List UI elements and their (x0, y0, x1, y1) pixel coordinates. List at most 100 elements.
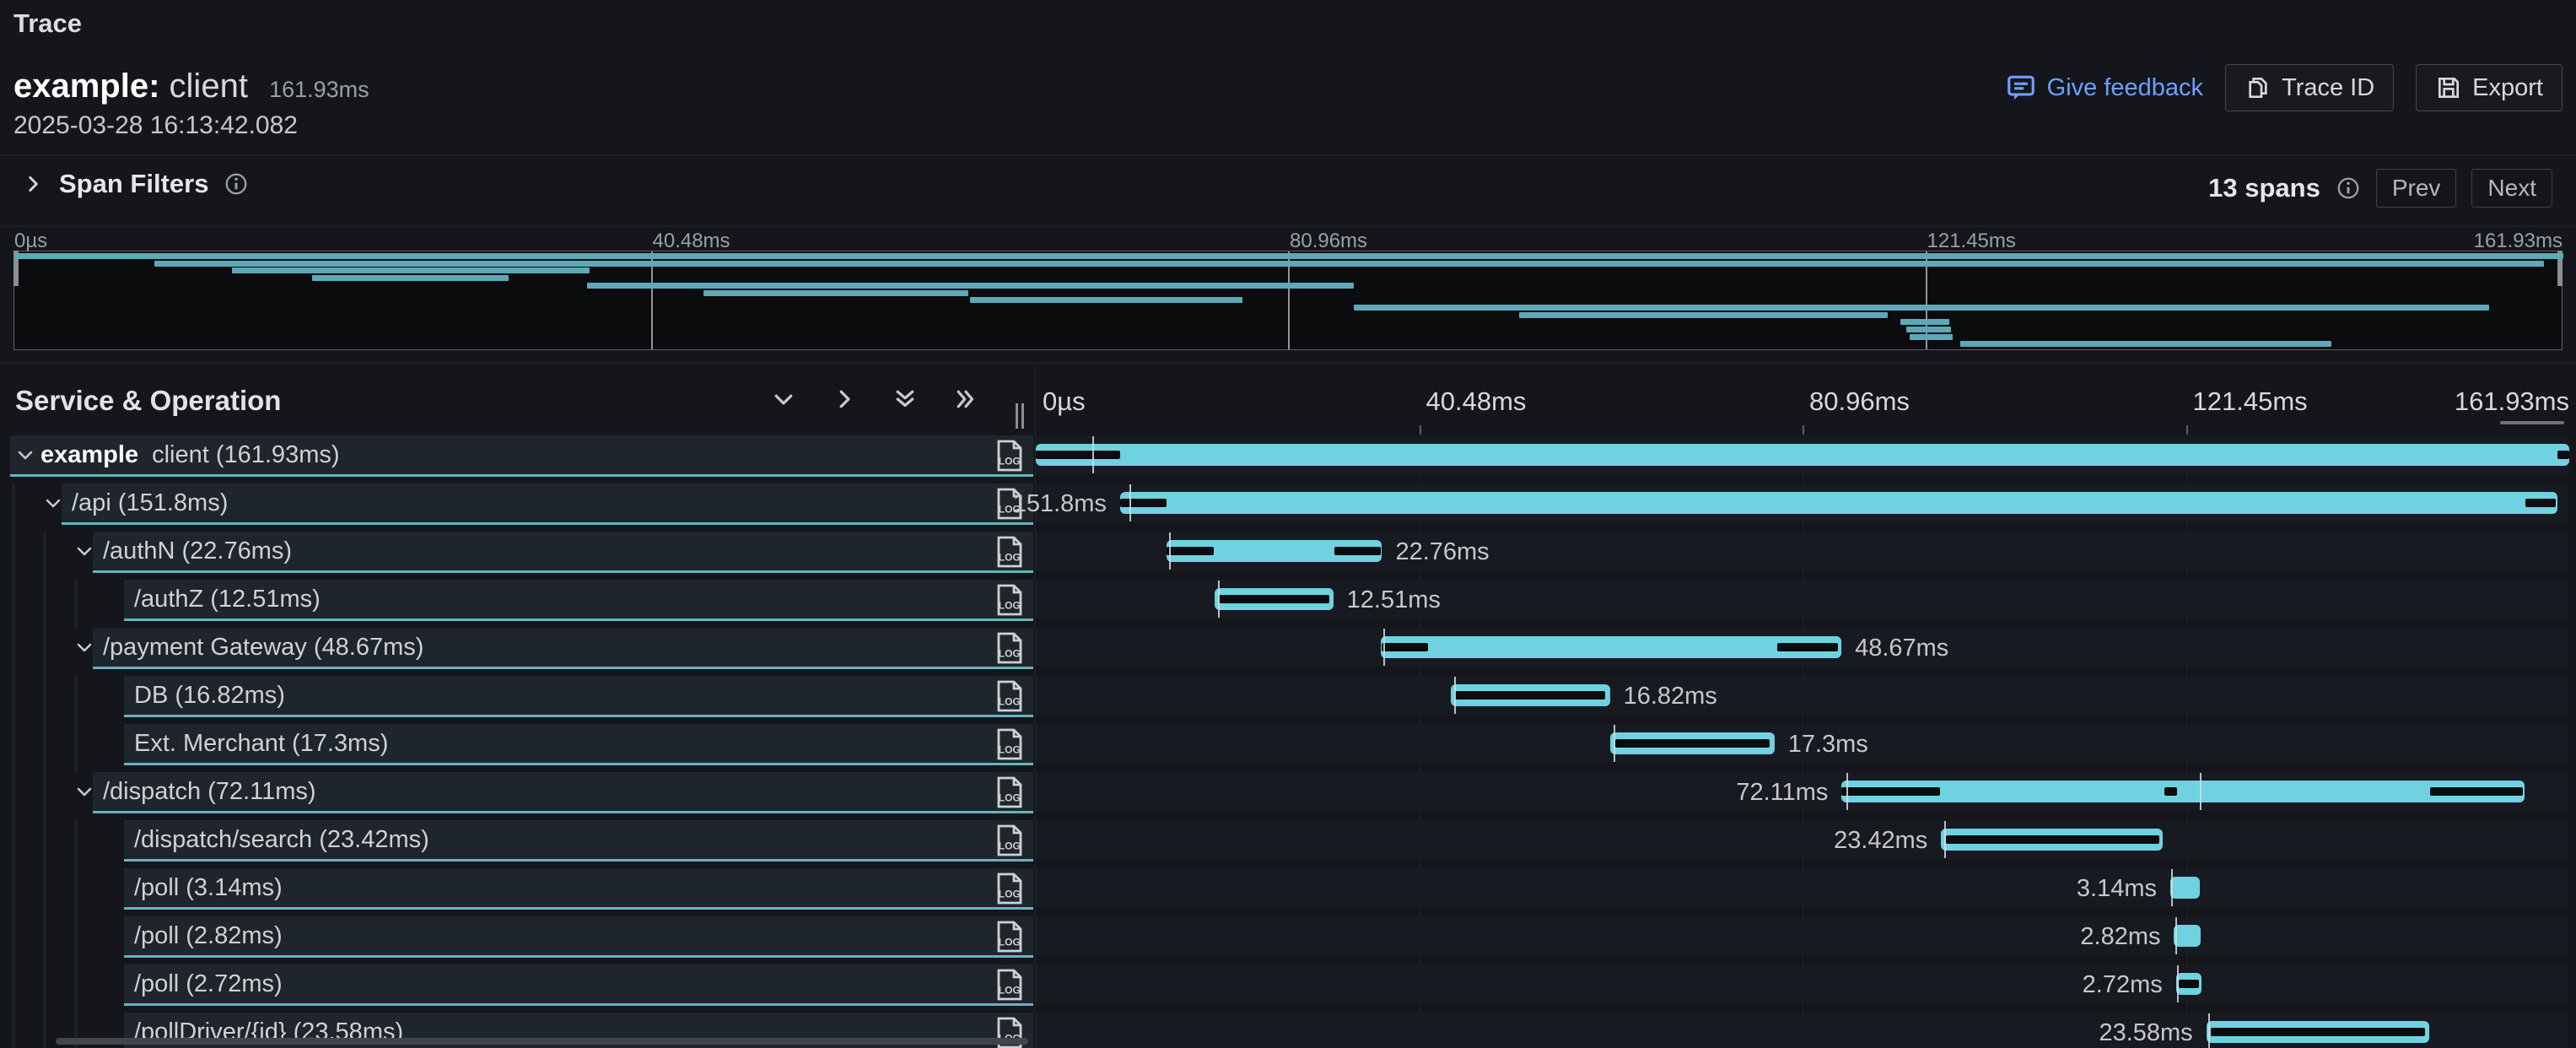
span-gantt-cell[interactable]: 72.11ms (1036, 772, 2576, 820)
span-gantt-cell[interactable]: 23.58ms (1036, 1013, 2576, 1048)
span-bar[interactable] (1036, 444, 2569, 466)
span-gantt-cell[interactable] (1036, 435, 2576, 483)
span-row[interactable]: Ext. Merchant (17.3ms) LOG 17.3ms (0, 724, 2576, 772)
horizontal-scrollbar[interactable] (56, 1038, 1028, 1045)
span-gantt-cell[interactable]: 2.72ms (1036, 964, 2576, 1013)
span-row[interactable]: DB (16.82ms) LOG 16.82ms (0, 676, 2576, 724)
span-bar[interactable] (2174, 925, 2201, 947)
span-bar[interactable] (1120, 492, 2557, 514)
span-row[interactable]: /poll (2.72ms) LOG 2.72ms (0, 964, 2576, 1013)
span-bar[interactable] (1381, 636, 1841, 658)
indent-guide (43, 916, 46, 964)
span-duration-label: 2.72ms (2083, 971, 2163, 999)
span-name-cell[interactable]: exampleclient (161.93ms) LOG (0, 435, 1036, 483)
log-icon[interactable]: LOG (995, 968, 1024, 1002)
span-row[interactable]: /payment Gateway (48.67ms) LOG 48.67ms (0, 628, 2576, 676)
chevron-down-icon[interactable] (74, 637, 94, 657)
span-color-underline (93, 667, 1033, 669)
span-row[interactable]: /poll (2.82ms) LOG 2.82ms (0, 916, 2576, 964)
span-name-cell[interactable]: DB (16.82ms) LOG (0, 676, 1036, 724)
span-gantt-cell[interactable]: 151.8ms (1036, 483, 2576, 532)
log-event-marker (1614, 725, 1615, 762)
span-gantt-cell[interactable]: 48.67ms (1036, 628, 2576, 676)
log-icon[interactable]: LOG (995, 824, 1024, 857)
span-name-cell[interactable]: Ext. Merchant (17.3ms) LOG (0, 724, 1036, 772)
log-icon[interactable]: LOG (995, 439, 1024, 473)
log-icon[interactable]: LOG (995, 775, 1024, 809)
span-name-cell[interactable]: /payment Gateway (48.67ms) LOG (0, 628, 1036, 676)
span-bar[interactable] (1451, 684, 1610, 706)
indent-guide (43, 820, 46, 868)
log-event-marker (1383, 629, 1385, 666)
span-name-cell[interactable]: /poll (3.14ms) LOG (0, 868, 1036, 916)
span-row[interactable]: /poll (3.14ms) LOG 3.14ms (0, 868, 2576, 916)
log-event-marker (1846, 773, 1848, 810)
span-row[interactable]: exampleclient (161.93ms) LOG (0, 435, 2576, 483)
span-gantt-cell[interactable]: 3.14ms (1036, 868, 2576, 916)
span-name-cell[interactable]: /dispatch/search (23.42ms) LOG (0, 820, 1036, 868)
span-bar[interactable] (1215, 588, 1333, 610)
log-icon[interactable]: LOG (995, 631, 1024, 665)
span-bar[interactable] (1167, 540, 1382, 562)
log-icon[interactable]: LOG (995, 679, 1024, 713)
span-gantt-cell[interactable]: 17.3ms (1036, 724, 2576, 772)
critical-path-segment (1120, 499, 1167, 507)
span-name-cell[interactable]: /authN (22.76ms) LOG (0, 532, 1036, 580)
log-event-marker (2200, 773, 2201, 810)
span-name-cell[interactable]: /api (151.8ms) LOG (0, 483, 1036, 532)
log-icon[interactable]: LOG (995, 872, 1024, 905)
chevron-down-icon[interactable] (74, 781, 94, 802)
span-gantt-cell[interactable]: 12.51ms (1036, 580, 2576, 628)
span-row[interactable]: /dispatch/search (23.42ms) LOG 23.42ms (0, 820, 2576, 868)
span-name-cell[interactable]: /poll (2.72ms) LOG (0, 964, 1036, 1013)
log-icon[interactable]: LOG (995, 920, 1024, 953)
span-row[interactable]: /api (151.8ms) LOG 151.8ms (0, 483, 2576, 532)
gantt-row-background (1036, 820, 2569, 859)
indent-guide (43, 772, 46, 820)
span-name-cell[interactable]: /authZ (12.51ms) LOG (0, 580, 1036, 628)
svg-text:LOG: LOG (999, 936, 1021, 948)
critical-path-segment (2211, 1028, 2425, 1036)
span-name-cell[interactable]: /poll (2.82ms) LOG (0, 916, 1036, 964)
span-bar[interactable] (1610, 732, 1774, 754)
span-gantt-cell[interactable]: 22.76ms (1036, 532, 2576, 580)
span-duration-label: 16.82ms (1624, 683, 1717, 710)
chevron-down-icon[interactable] (74, 541, 94, 561)
span-gantt-cell[interactable]: 2.82ms (1036, 916, 2576, 964)
span-name-cell[interactable]: /dispatch (72.11ms) LOG (0, 772, 1036, 820)
gantt-row-background (1036, 868, 2569, 907)
log-icon[interactable]: LOG (995, 727, 1024, 761)
critical-path-segment (2179, 980, 2199, 988)
span-row[interactable]: /dispatch (72.11ms) LOG 72.11ms (0, 772, 2576, 820)
log-event-marker (1092, 436, 1094, 473)
span-bar[interactable] (1941, 829, 2163, 851)
span-bar[interactable] (2176, 973, 2202, 995)
log-icon[interactable]: LOG (995, 583, 1024, 617)
indent-guide (74, 868, 78, 916)
span-bar[interactable] (2170, 877, 2200, 899)
span-duration-label: 23.58ms (2099, 1019, 2192, 1047)
span-gantt-cell[interactable]: 16.82ms (1036, 676, 2576, 724)
span-gantt-cell[interactable]: 23.42ms (1036, 820, 2576, 868)
critical-path-segment (1167, 547, 1214, 555)
indent-guide (12, 964, 15, 1013)
indent-guide (43, 676, 46, 724)
span-bar[interactable] (1841, 781, 2525, 802)
indent-guide (74, 916, 78, 964)
span-duration-label: 72.11ms (1736, 779, 1828, 807)
span-row[interactable]: /authZ (12.51ms) LOG 12.51ms (0, 580, 2576, 628)
span-duration-label: 3.14ms (2077, 875, 2157, 903)
log-event-marker (2175, 917, 2177, 954)
chevron-down-icon[interactable] (43, 493, 63, 513)
log-icon[interactable]: LOG (995, 535, 1024, 569)
span-name-label: /dispatch (72.11ms) (103, 778, 316, 806)
svg-text:LOG: LOG (999, 888, 1021, 899)
span-name-label: /authN (22.76ms) (103, 538, 292, 565)
chevron-down-icon[interactable] (15, 445, 35, 465)
indent-guide (43, 964, 46, 1013)
span-bar[interactable] (2207, 1021, 2430, 1043)
indent-guide (12, 820, 15, 868)
indent-guide (74, 820, 78, 868)
svg-text:LOG: LOG (999, 743, 1021, 755)
span-row[interactable]: /authN (22.76ms) LOG 22.76ms (0, 532, 2576, 580)
